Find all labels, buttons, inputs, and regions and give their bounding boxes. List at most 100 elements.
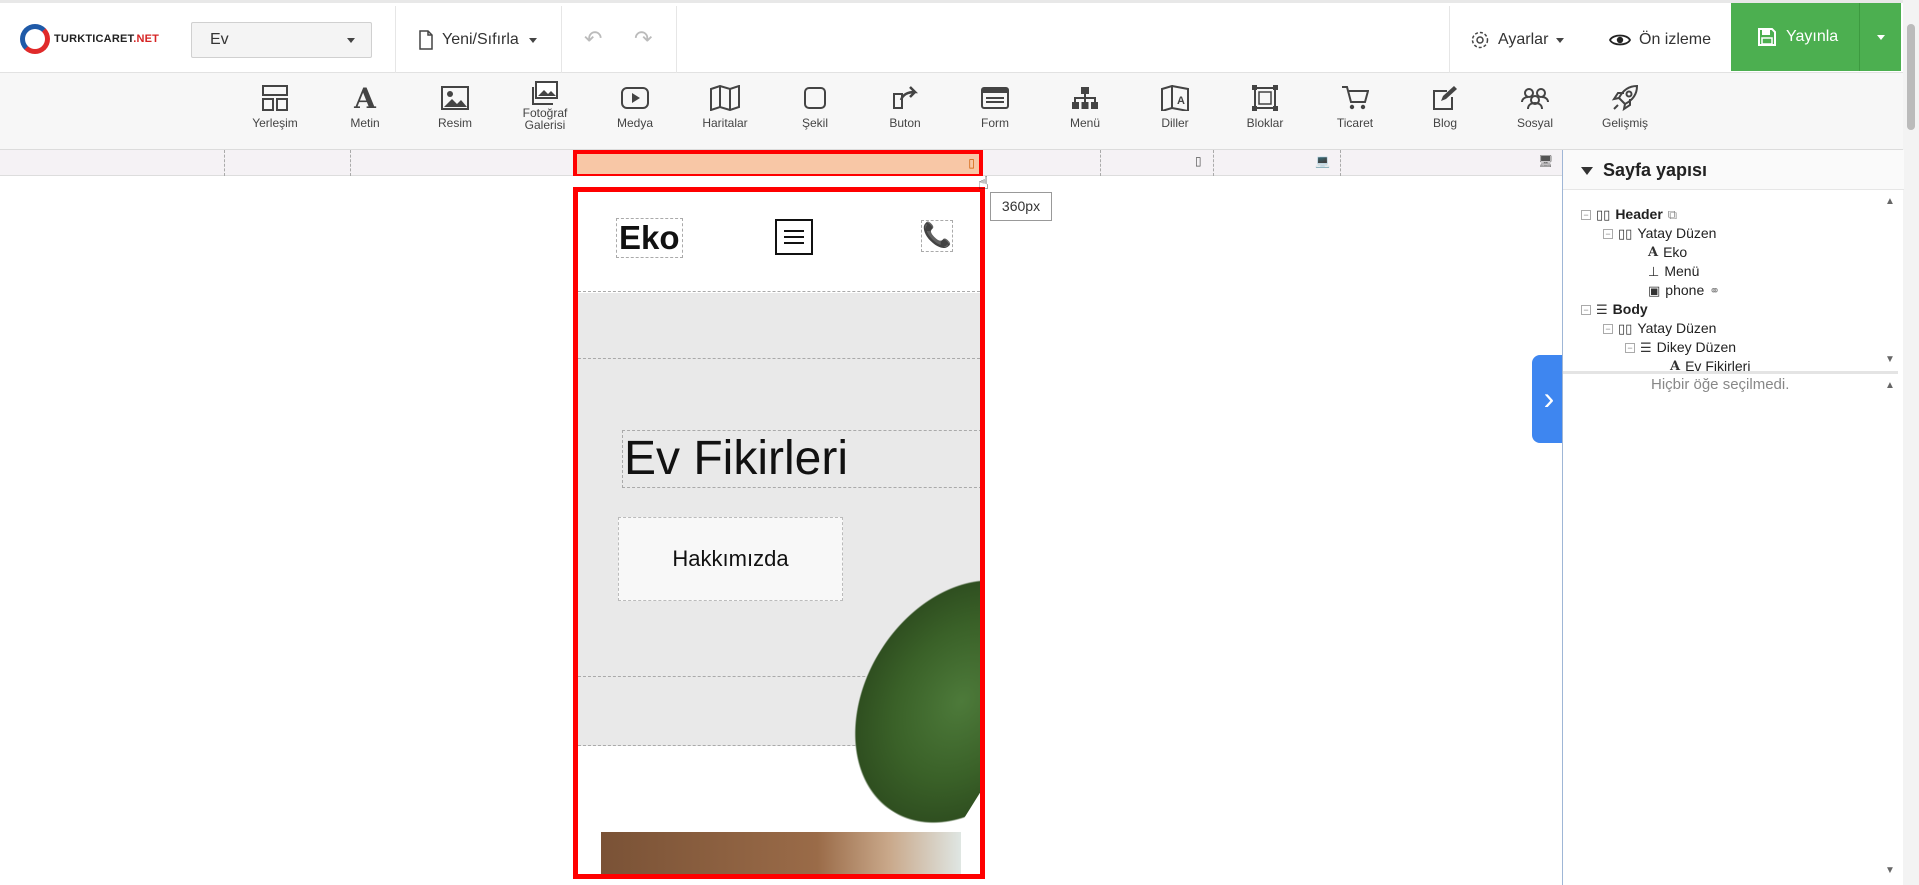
collapse-icon[interactable]: −	[1581, 209, 1591, 220]
tool-form[interactable]: Form	[958, 81, 1032, 129]
layout-icon	[262, 85, 288, 111]
settings-button[interactable]: Ayarlar	[1470, 22, 1565, 58]
chevron-down-icon	[1877, 35, 1885, 40]
tool-label: Bloklar	[1246, 116, 1284, 130]
page-structure-panel: Sayfa yapısı − ▯▯ Header ⧉ − ▯▯ Yatay Dü…	[1562, 150, 1904, 885]
tool-blog[interactable]: Blog	[1408, 81, 1482, 129]
tool-layout[interactable]: Yerleşim	[238, 81, 312, 129]
panel-toggle-button[interactable]: ›	[1532, 355, 1566, 443]
panel-splitter[interactable]	[1563, 371, 1898, 374]
menu-icon	[1072, 87, 1098, 109]
tool-social[interactable]: Sosyal	[1498, 81, 1572, 129]
logo[interactable]: TURKTICARET.NET	[20, 23, 159, 55]
mobile-preview-frame[interactable]: Eko 📞 Ev Fikirleri Hakkımızda	[573, 187, 985, 879]
tool-label: Yerleşim	[252, 116, 298, 130]
tree-item-phone[interactable]: ▣ phone ⚭	[1648, 281, 1720, 300]
tool-image[interactable]: Resim	[418, 81, 492, 129]
logo-mark-icon	[20, 24, 50, 54]
tool-text[interactable]: A Metin	[328, 81, 402, 130]
mobile-breakpoint-active[interactable]: ▯	[573, 150, 983, 178]
tool-gallery[interactable]: Fotoğraf Galerisi	[508, 79, 582, 131]
hamburger-menu-icon[interactable]	[775, 219, 813, 255]
chevron-down-icon	[347, 38, 355, 43]
panel-header[interactable]: Sayfa yapısı	[1563, 150, 1904, 190]
divider	[561, 6, 562, 74]
tree-label: Yatay Düzen	[1637, 225, 1717, 241]
tree-label: Eko	[1663, 244, 1688, 260]
collapse-icon[interactable]: −	[1625, 342, 1635, 353]
new-reset-button[interactable]: Yeni/Sıfırla	[418, 22, 537, 58]
scrollbar-thumb[interactable]	[1907, 24, 1915, 130]
settings-label: Ayarlar	[1498, 31, 1549, 48]
site-header[interactable]: Eko 📞	[578, 192, 980, 292]
panel-title: Sayfa yapısı	[1603, 160, 1708, 180]
tree-label: Dikey Düzen	[1656, 339, 1737, 355]
laptop-icon[interactable]: 💻	[1315, 154, 1330, 168]
preview-button[interactable]: Ön izleme	[1609, 22, 1711, 58]
chevron-down-icon	[1556, 37, 1565, 43]
tool-advanced[interactable]: Gelişmiş	[1588, 81, 1662, 129]
tool-media[interactable]: Medya	[598, 81, 672, 129]
new-reset-label: Yeni/Sıfırla	[442, 31, 519, 48]
tree-item-menu[interactable]: ⊥ Menü	[1648, 262, 1699, 281]
tool-shape[interactable]: Şekil	[778, 81, 852, 129]
collapse-icon[interactable]: −	[1603, 323, 1613, 334]
publish-label: Yayınla	[1786, 28, 1839, 45]
tool-label: Gelişmiş	[1601, 116, 1648, 130]
preview-label: Ön izleme	[1639, 31, 1712, 48]
blog-icon	[1433, 86, 1457, 110]
tool-languages[interactable]: A Diller	[1138, 81, 1212, 129]
tool-commerce[interactable]: Ticaret	[1318, 81, 1392, 129]
scroll-up-icon[interactable]: ▲	[1885, 380, 1895, 391]
page-select[interactable]: Ev	[191, 22, 372, 58]
width-tooltip: 360px	[990, 192, 1052, 221]
tree-item-vertical[interactable]: − ☰ Dikey Düzen	[1625, 338, 1736, 357]
file-icon	[419, 30, 433, 50]
page-select-value: Ev	[210, 31, 229, 48]
scroll-down-icon[interactable]: ▼	[1885, 354, 1895, 365]
chevron-right-icon: ›	[1543, 380, 1555, 416]
undo-icon[interactable]: ↶	[584, 28, 604, 50]
publish-dropdown-button[interactable]	[1859, 3, 1901, 71]
image-icon: ▣	[1648, 283, 1661, 298]
about-button[interactable]: Hakkımızda	[618, 517, 843, 601]
content-image[interactable]	[601, 832, 961, 874]
redo-icon[interactable]: ↷	[634, 28, 654, 50]
ruler-divider	[350, 150, 351, 176]
rows-icon: ☰	[1640, 340, 1652, 355]
tree-item-horizontal[interactable]: − ▯▯ Yatay Düzen	[1603, 319, 1716, 338]
page-scrollbar[interactable]	[1903, 0, 1919, 885]
page-tree: − ▯▯ Header ⧉ − ▯▯ Yatay Düzen A Eko ⊥ M…	[1563, 200, 1893, 374]
tool-button[interactable]: Buton	[868, 81, 942, 129]
tablet-icon[interactable]: ▯	[1195, 154, 1202, 168]
collapse-icon[interactable]: −	[1581, 304, 1591, 315]
tree-item-horizontal[interactable]: − ▯▯ Yatay Düzen	[1603, 224, 1716, 243]
tool-maps[interactable]: Haritalar	[688, 81, 762, 129]
desktop-icon[interactable]: 🖥	[1538, 154, 1553, 168]
tool-label: Resim	[437, 116, 472, 130]
gear-icon	[1471, 31, 1489, 49]
tree-label: Header	[1615, 206, 1663, 222]
tree-item-body[interactable]: − ☰ Body	[1581, 300, 1648, 319]
link-icon: ⚭	[1709, 283, 1721, 298]
tree-item-eko[interactable]: A Eko	[1648, 243, 1687, 262]
hero-title[interactable]: Ev Fikirleri	[624, 433, 848, 485]
scroll-down-icon[interactable]: ▼	[1885, 865, 1895, 876]
breakpoint-ruler[interactable]: ▯ ▯ 💻 🖥	[0, 150, 1562, 178]
svg-text:A: A	[1177, 95, 1185, 107]
scroll-up-icon[interactable]: ▲	[1885, 196, 1895, 207]
layers-icon: ⧉	[1667, 207, 1678, 222]
tool-label: Sosyal	[1516, 116, 1554, 130]
rows-icon: ☰	[1596, 302, 1608, 317]
columns-icon: ▯▯	[1596, 207, 1611, 222]
social-icon	[1521, 88, 1549, 110]
tool-blocks[interactable]: Bloklar	[1228, 81, 1302, 129]
tool-menu[interactable]: Menü	[1048, 81, 1122, 129]
save-icon	[1758, 28, 1776, 46]
tool-label: Haritalar	[702, 116, 748, 130]
collapse-icon[interactable]: −	[1603, 228, 1613, 239]
tree-item-header[interactable]: − ▯▯ Header ⧉	[1581, 205, 1677, 224]
site-logo-text[interactable]: Eko	[616, 218, 683, 258]
hero-section[interactable]: Ev Fikirleri Hakkımızda	[578, 293, 980, 846]
phone-icon[interactable]: 📞	[921, 220, 953, 252]
